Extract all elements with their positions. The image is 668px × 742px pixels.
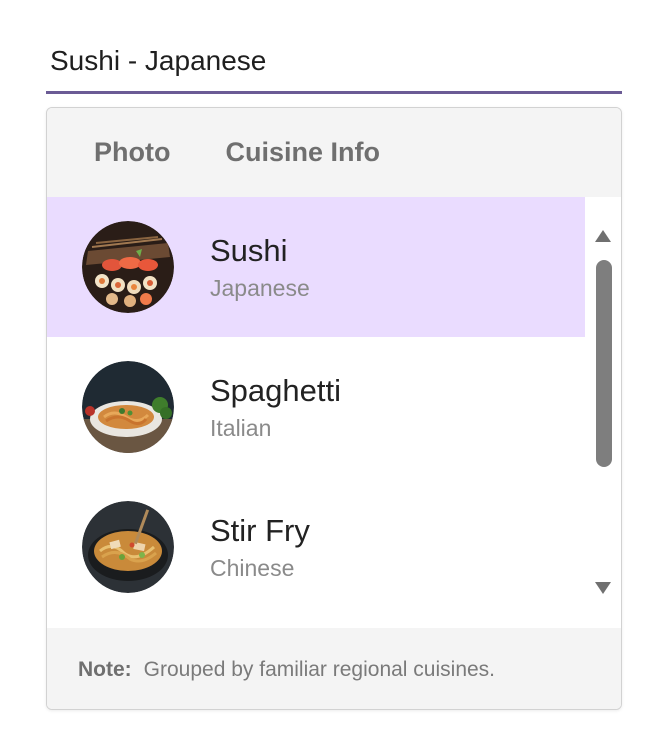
option-sushi[interactable]: Sushi Japanese <box>47 197 585 337</box>
vertical-scrollbar[interactable] <box>587 197 621 628</box>
sushi-photo <box>82 221 174 313</box>
option-cuisine: Japanese <box>210 275 310 301</box>
footer-note-text: Grouped by familiar regional cuisines. <box>143 657 496 681</box>
option-stir-fry[interactable]: Stir Fry Chinese <box>47 477 585 617</box>
dropdown-footer: Note: Grouped by familiar regional cuisi… <box>47 628 621 709</box>
option-cuisine: Italian <box>210 415 272 441</box>
scrollbar-thumb[interactable] <box>596 260 612 467</box>
column-header: Photo Cuisine Info <box>47 108 621 197</box>
column-header-cuisine-info: Cuisine Info <box>225 137 380 167</box>
options-list-area: Sushi Japanese Spaghetti Italian Stir Fr… <box>47 197 621 628</box>
option-name: Stir Fry <box>210 513 310 548</box>
stir-fry-photo <box>82 501 174 593</box>
scroll-down-arrow-icon[interactable] <box>595 582 611 594</box>
dropdown-panel: Photo Cuisine Info Sushi Japanese Spaghe… <box>46 107 622 710</box>
combobox-input[interactable] <box>46 30 622 94</box>
option-name: Sushi <box>210 233 288 268</box>
scroll-up-arrow-icon[interactable] <box>595 230 611 242</box>
option-spaghetti[interactable]: Spaghetti Italian <box>47 337 585 477</box>
option-cuisine: Chinese <box>210 555 295 581</box>
option-name: Spaghetti <box>210 373 341 408</box>
footer-note-label: Note: <box>78 657 132 681</box>
options-list[interactable]: Sushi Japanese Spaghetti Italian Stir Fr… <box>47 197 585 628</box>
column-header-photo: Photo <box>94 137 171 167</box>
spaghetti-photo <box>82 361 174 453</box>
cuisine-combobox[interactable] <box>46 30 622 94</box>
